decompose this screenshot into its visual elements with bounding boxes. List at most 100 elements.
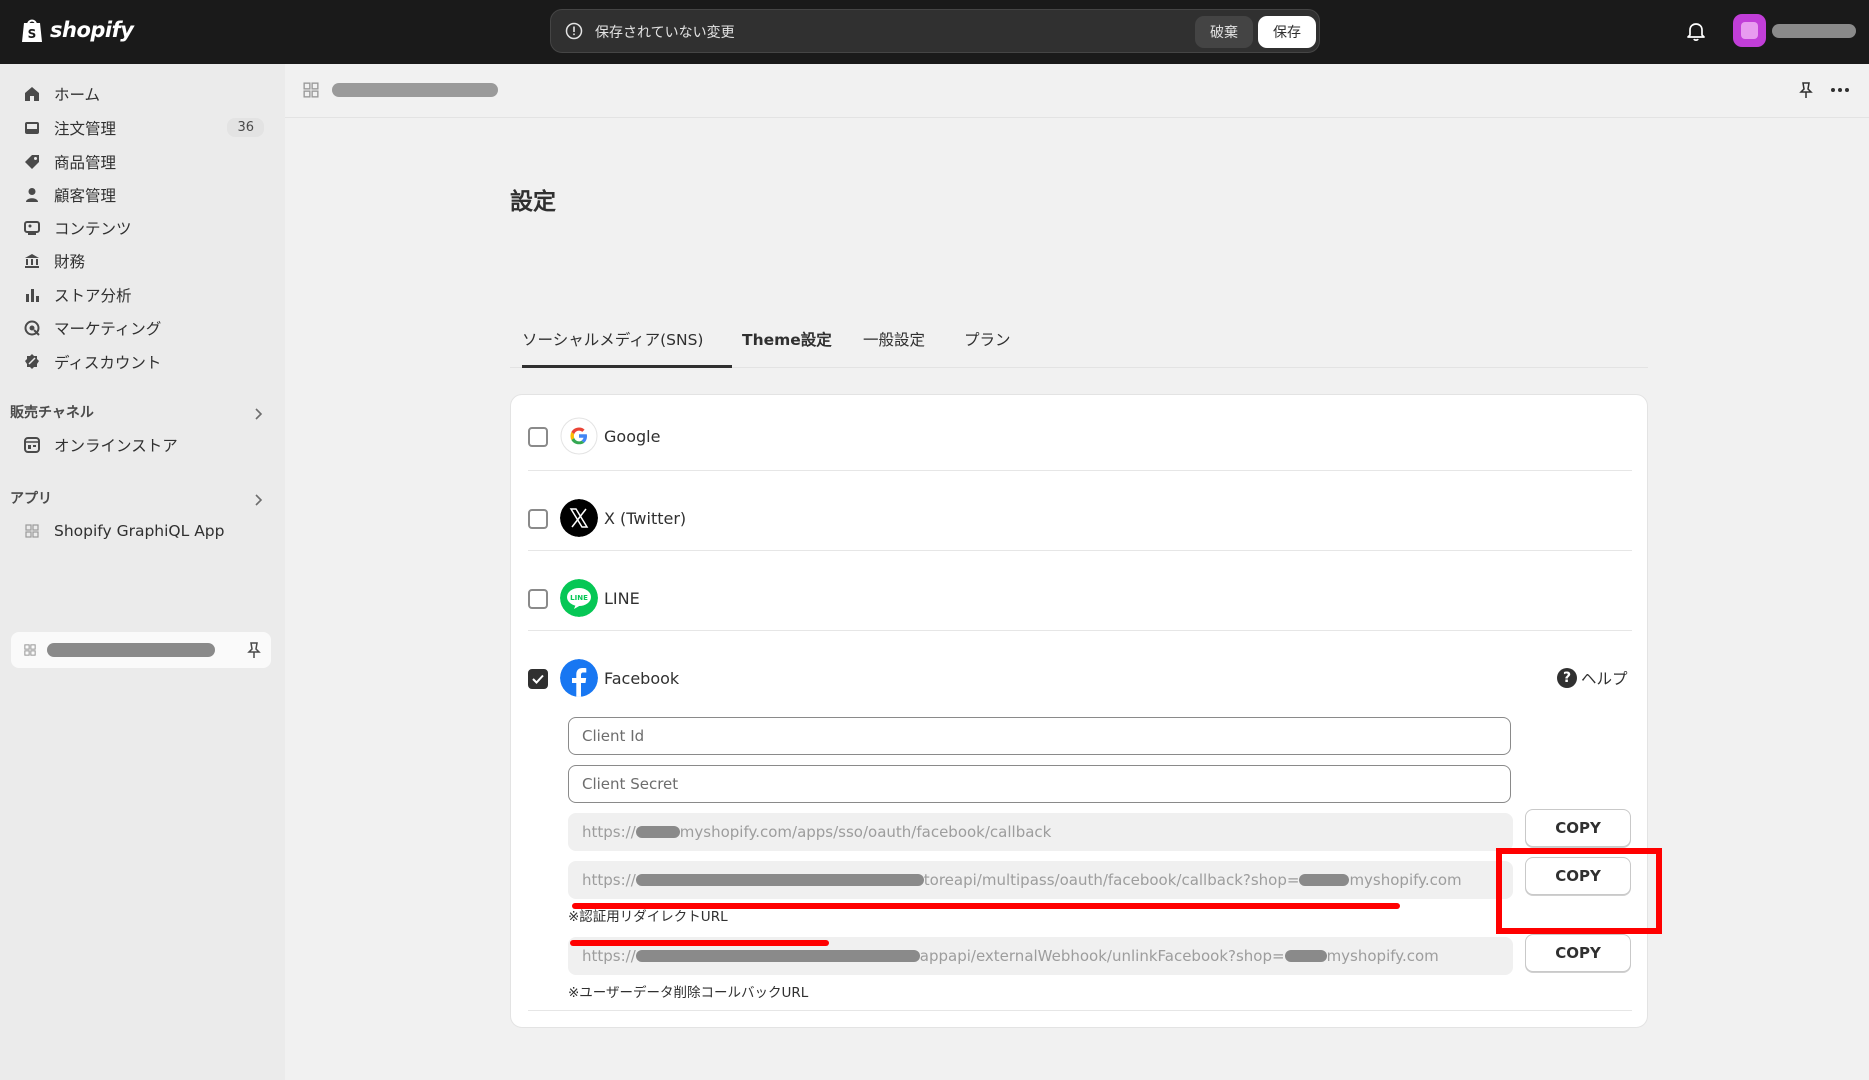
deletion-url-note: ※ユーザーデータ削除コールバックURL (568, 985, 809, 1001)
store-avatar[interactable] (1733, 14, 1766, 47)
tab-general[interactable]: 一般設定 (863, 328, 925, 350)
sidebar-item-home[interactable]: ホーム (14, 78, 270, 110)
store-icon (1741, 22, 1758, 39)
app-title-bar (285, 64, 1869, 118)
url-text: https:// (582, 947, 636, 965)
bell-icon[interactable] (1685, 20, 1707, 42)
line-checkbox[interactable] (528, 589, 548, 609)
home-icon (22, 84, 42, 104)
provider-name: LINE (604, 589, 640, 608)
copy-deletion-url-button[interactable]: COPY (1525, 934, 1631, 972)
provider-name: Facebook (604, 669, 680, 688)
sidebar-item-online-store[interactable]: オンラインストア (14, 429, 270, 461)
sidebar-item-finance[interactable]: 財務 (14, 245, 270, 277)
target-icon (22, 318, 42, 338)
facebook-checkbox[interactable] (528, 669, 548, 689)
logo-wordmark: shopify (50, 18, 134, 42)
sidebar-item-label: マーケティング (54, 320, 162, 338)
sidebar-item-graphiql-app[interactable]: Shopify GraphiQL App (14, 515, 270, 547)
url-text: toreapi/multipass/oauth/facebook/callbac… (923, 871, 1300, 889)
sidebar-item-label: コンテンツ (54, 220, 132, 238)
redacted-text (635, 826, 680, 838)
provider-row-x: X (Twitter) (528, 495, 1632, 537)
url-text: myshopify.com/apps/sso/oauth/facebook/ca… (679, 823, 1052, 841)
sidebar-item-customers[interactable]: 顧客管理 (14, 179, 270, 211)
top-bar: S shopify 保存されていない変更 破棄 保存 (0, 0, 1869, 64)
tab-plan[interactable]: プラン (964, 328, 1011, 350)
person-icon (22, 185, 42, 205)
divider (528, 470, 1632, 471)
sidebar-item-label: 財務 (54, 253, 86, 271)
chevron-right-icon[interactable] (250, 492, 266, 508)
social-providers-card: Google X (Twitter) LINE LINE Facebook ? … (510, 394, 1648, 1028)
help-link[interactable]: ? ヘルプ (1557, 667, 1628, 689)
svg-text:S: S (28, 27, 37, 41)
redacted-text (635, 950, 920, 962)
bank-icon (22, 251, 42, 271)
active-tab-indicator (522, 365, 732, 368)
sidebar-item-label: オンラインストア (54, 437, 178, 455)
unsaved-message: 保存されていない変更 (595, 25, 735, 41)
svg-text:LINE: LINE (570, 594, 588, 602)
sidebar-item-analytics[interactable]: ストア分析 (14, 279, 270, 311)
help-label: ヘルプ (1581, 670, 1628, 688)
sidebar-item-label: 注文管理 (54, 120, 117, 138)
sidebar-item-content[interactable]: コンテンツ (14, 212, 270, 244)
app-name-redacted (47, 643, 215, 657)
client-secret-field[interactable] (568, 765, 1511, 803)
sidebar-item-products[interactable]: 商品管理 (14, 146, 270, 178)
x-twitter-icon (560, 499, 598, 537)
url-text: https:// (582, 871, 636, 889)
store-name-redacted[interactable] (1772, 24, 1856, 38)
redacted-text (635, 874, 924, 886)
orders-count-badge: 36 (227, 118, 264, 137)
settings-tabs: ソーシャルメディア(SNS) Theme設定 一般設定 プラン (510, 304, 1648, 368)
sidebar-item-label: ストア分析 (54, 287, 132, 305)
url-text: myshopify.com (1326, 947, 1439, 965)
callback-url-field[interactable]: https:// myshopify.com/apps/sso/oauth/fa… (568, 813, 1513, 851)
redacted-text (1284, 950, 1327, 962)
store-icon (22, 435, 42, 455)
unsaved-changes-bar: 保存されていない変更 破棄 保存 (550, 9, 1320, 53)
image-icon (22, 218, 42, 238)
redacted-text (1299, 874, 1350, 886)
sales-channels-heading[interactable]: 販売チャネル (10, 402, 94, 422)
sidebar-item-label: 商品管理 (54, 154, 117, 172)
pin-icon[interactable] (246, 641, 262, 659)
apps-heading[interactable]: アプリ (10, 488, 52, 508)
save-button[interactable]: 保存 (1258, 16, 1316, 48)
sidebar-item-discounts[interactable]: ディスカウント (14, 346, 270, 378)
provider-row-facebook: Facebook (528, 655, 1632, 697)
inbox-icon (22, 118, 42, 138)
annotation-underline (572, 903, 1400, 909)
client-id-field[interactable] (568, 717, 1511, 755)
facebook-icon (560, 659, 598, 697)
google-checkbox[interactable] (528, 427, 548, 447)
sidebar-item-orders[interactable]: 注文管理 36 (14, 112, 270, 144)
google-icon (560, 417, 598, 455)
page-title: 設定 (510, 189, 556, 215)
tab-theme[interactable]: Theme設定 (742, 328, 832, 350)
x-twitter-checkbox[interactable] (528, 509, 548, 529)
sidebar-item-pinned-app[interactable] (11, 632, 271, 668)
chevron-right-icon[interactable] (250, 406, 266, 422)
discard-button[interactable]: 破棄 (1195, 16, 1253, 48)
shopify-logo[interactable]: S shopify (20, 16, 134, 44)
copy-callback-url-button[interactable]: COPY (1525, 809, 1631, 847)
tag-icon (22, 152, 42, 172)
tab-sns[interactable]: ソーシャルメディア(SNS) (522, 328, 703, 350)
divider (528, 550, 1632, 551)
sidebar-item-label: 顧客管理 (54, 187, 117, 205)
sidebar-item-label: ディスカウント (54, 354, 162, 372)
annotation-highlight-box (1496, 848, 1662, 934)
sidebar: ホーム 注文管理 36 商品管理 顧客管理 コンテンツ 財務 ストア分析 マーケ… (0, 64, 285, 1080)
app-grid-icon (24, 644, 36, 656)
url-text: https:// (582, 823, 636, 841)
sidebar-item-marketing[interactable]: マーケティング (14, 312, 270, 344)
pin-icon[interactable] (1797, 81, 1815, 99)
checkmark-icon (532, 674, 544, 684)
multipass-url-field[interactable]: https:// toreapi/multipass/oauth/faceboo… (568, 861, 1513, 899)
shopify-bag-icon: S (22, 19, 42, 42)
more-horizontal-icon[interactable] (1830, 81, 1850, 99)
app-grid-icon (303, 82, 319, 98)
